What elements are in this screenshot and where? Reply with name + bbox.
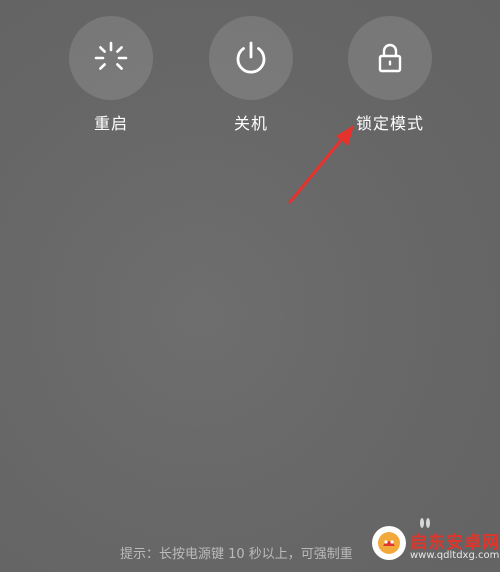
power-menu-screen: 重启 关机 锁定模式 提示：长按电源键 10 秒以上，可强制重 启东安卓网 ww… [0,0,500,572]
red-arrow-icon [288,125,354,204]
force-restart-hint: 提示：长按电源键 10 秒以上，可强制重 [120,547,353,562]
watermark: 启东安卓网 www.qdltdxg.com [360,522,500,572]
restart-spinner-icon [94,41,128,70]
watermark-url: www.qdltdxg.com [410,550,500,561]
lock-mode-action[interactable]: 锁定模式 [335,16,445,134]
power-off-button[interactable] [209,16,293,100]
lock-icon [378,43,402,73]
restart-button[interactable] [69,16,153,100]
restart-action[interactable]: 重启 [56,16,166,134]
power-icon [236,41,266,74]
power-off-action[interactable]: 关机 [196,16,306,134]
restart-label: 重启 [93,114,128,133]
lock-mode-button[interactable] [348,16,432,100]
watermark-logo-icon [372,526,406,560]
